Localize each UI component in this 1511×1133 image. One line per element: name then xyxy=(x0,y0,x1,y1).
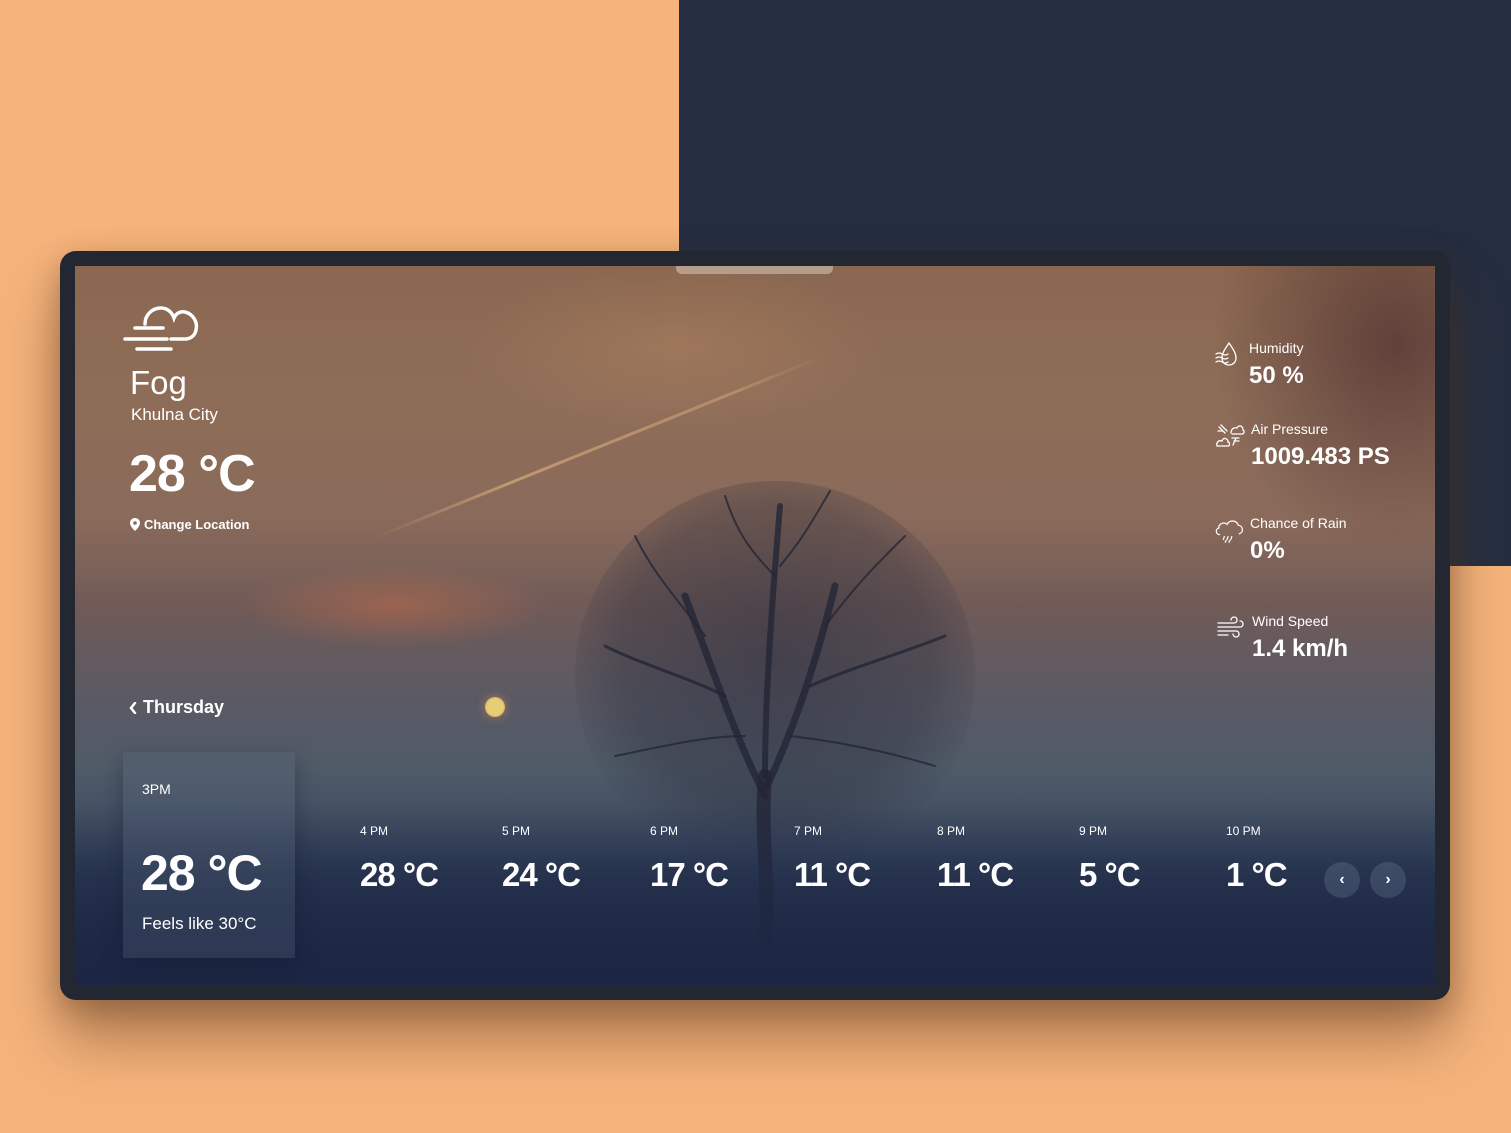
hourly-temperature: 24 °C xyxy=(502,856,581,893)
chevron-left-icon xyxy=(129,701,137,714)
hourly-temperature: 17 °C xyxy=(650,856,729,893)
fog-cloud-icon xyxy=(123,306,199,351)
hourly-temperature: 1 °C xyxy=(1226,856,1288,893)
hourly-time: 5 PM xyxy=(502,824,531,838)
hourly-next-button[interactable]: › xyxy=(1370,862,1406,898)
change-location-label: Change Location xyxy=(144,517,250,532)
city-name: Khulna City xyxy=(131,405,218,424)
hourly-time: 8 PM xyxy=(937,824,966,838)
hourly-temperature: 11 °C xyxy=(794,856,871,893)
hourly-item[interactable]: 9 PM 5 °C xyxy=(1079,824,1141,894)
current-hour-time: 3PM xyxy=(142,781,171,797)
current-hour-card[interactable]: 3PM 28 °C Feels like 30°C xyxy=(123,752,295,958)
stat-label: Air Pressure xyxy=(1251,421,1329,437)
day-label: Thursday xyxy=(143,697,225,717)
stat-value: 1009.483 PS xyxy=(1251,443,1390,470)
rain-cloud-icon xyxy=(1215,520,1243,543)
hourly-time: 7 PM xyxy=(794,824,823,838)
hourly-item[interactable]: 10 PM 1 °C xyxy=(1226,824,1288,894)
chevron-right-icon: › xyxy=(1385,871,1391,888)
hourly-item[interactable]: 4 PM 28 °C xyxy=(360,824,439,894)
hourly-item[interactable]: 6 PM 17 °C xyxy=(650,824,729,894)
hourly-time: 10 PM xyxy=(1226,824,1261,838)
hourly-item[interactable]: 8 PM 11 °C xyxy=(937,824,1014,894)
hourly-item[interactable]: 7 PM 11 °C xyxy=(794,824,871,894)
hourly-time: 9 PM xyxy=(1079,824,1108,838)
stat-value: 50 % xyxy=(1249,362,1304,389)
day-selector[interactable]: Thursday xyxy=(129,697,224,718)
hourly-temperature: 11 °C xyxy=(937,856,1014,893)
hourly-time: 6 PM xyxy=(650,824,679,838)
hourly-temperature: 5 °C xyxy=(1079,856,1141,893)
chevron-left-icon: ‹ xyxy=(1339,871,1345,888)
device-handle xyxy=(676,266,833,274)
current-temperature: 28 °C xyxy=(129,445,256,503)
weather-screen: Fog Khulna City 28 °C Change Location Th… xyxy=(75,266,1435,985)
current-hour-temperature: 28 °C xyxy=(141,845,263,901)
humidity-drop-icon xyxy=(1215,341,1237,366)
hourly-prev-button[interactable]: ‹ xyxy=(1324,862,1360,898)
hourly-item[interactable]: 5 PM 24 °C xyxy=(502,824,581,894)
air-pressure-icon xyxy=(1216,424,1245,447)
sun xyxy=(485,697,505,717)
wind-icon xyxy=(1217,616,1244,638)
map-pin-icon xyxy=(130,518,140,531)
device-frame: Fog Khulna City 28 °C Change Location Th… xyxy=(60,251,1450,1000)
stat-label: Humidity xyxy=(1249,340,1304,356)
change-location-link[interactable]: Change Location xyxy=(130,517,249,532)
stat-label: Wind Speed xyxy=(1252,613,1329,629)
hourly-time: 4 PM xyxy=(360,824,389,838)
stat-value: 1.4 km/h xyxy=(1252,635,1349,662)
feels-like: Feels like 30°C xyxy=(142,914,257,933)
stat-label: Chance of Rain xyxy=(1250,515,1347,531)
hourly-temperature: 28 °C xyxy=(360,856,439,893)
condition-name: Fog xyxy=(130,364,187,401)
stat-value: 0% xyxy=(1250,537,1285,564)
